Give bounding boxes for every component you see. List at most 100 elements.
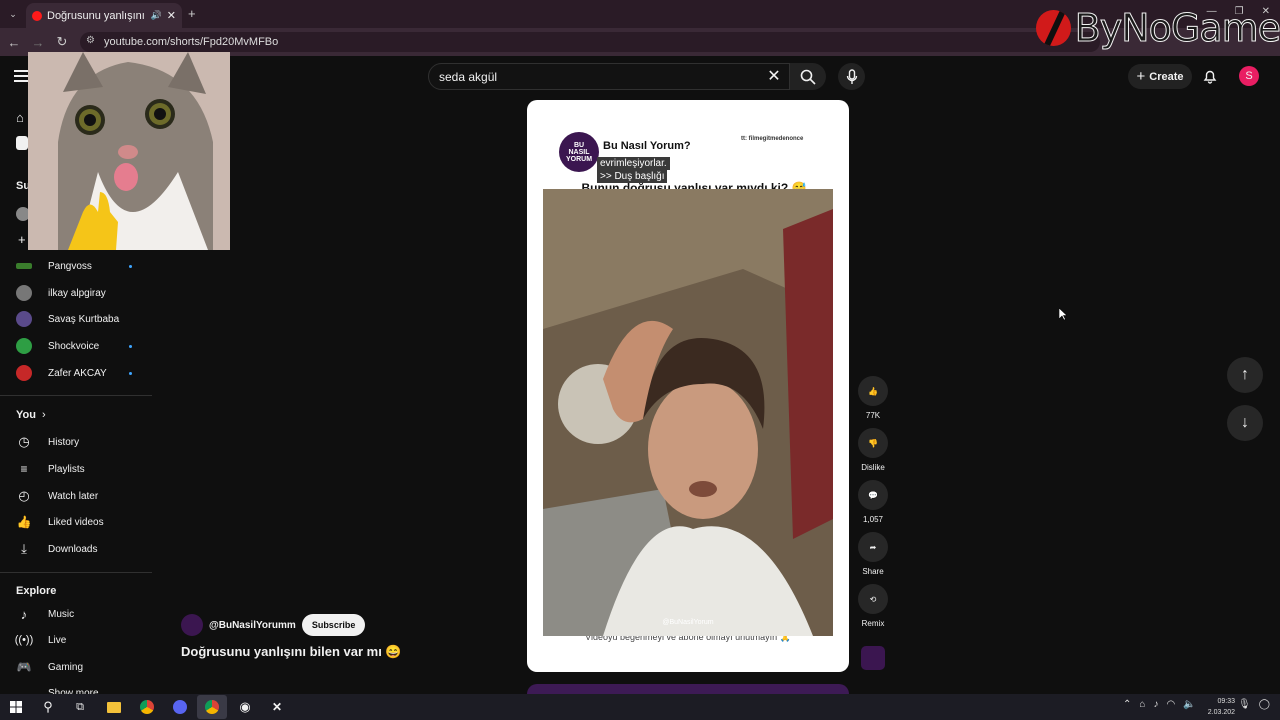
mouse-cursor-icon [1059,308,1067,321]
voice-search-button[interactable] [838,63,865,90]
bynogame-logo-icon [1036,10,1071,46]
task-view-icon[interactable]: ⧉ [71,698,89,716]
chevron-right-icon: › [41,409,46,421]
remix-button[interactable]: ⟲ Remix [857,584,889,628]
chrome-icon[interactable] [138,698,156,716]
sidebar-item-music[interactable]: ♪ Music [0,601,152,627]
sidebar-item-label: Live [48,634,67,646]
volume-icon[interactable]: 🔈 [1183,699,1195,710]
chrome-active-icon[interactable] [203,698,221,716]
sidebar-channel-zafer-akcay[interactable]: Zafer AKCAY [0,360,152,386]
url-text: youtube.com/shorts/Fpd20MvMFBo [104,36,279,48]
arrow-up-icon: ↑ [1241,366,1249,383]
site-info-icon[interactable]: ⚙ [86,35,95,46]
you-section-heading[interactable]: You › [16,409,46,421]
sidebar-item-history[interactable]: ◷ History [0,429,152,455]
windows-taskbar [0,694,1280,720]
cat-image [28,52,230,250]
windows-start-icon[interactable] [7,698,25,716]
mic-icon[interactable]: 🎙 [1238,699,1251,710]
notifications-button[interactable] [1200,66,1220,86]
sidebar-channel-pangvoss[interactable]: Pangvoss [0,253,152,279]
dislike-button[interactable]: 👎 Dislike [857,428,889,472]
forward-icon[interactable]: → [28,32,48,52]
sidebar-item-watch-later[interactable]: ◴ Watch later [0,483,152,509]
network-icon[interactable]: ⌂ [1139,699,1145,710]
sidebar-item-liked-videos[interactable]: 👍 Liked videos [0,509,152,535]
channel-avatar [16,285,32,301]
tab-search-button[interactable]: ⌄ [6,7,20,21]
like-button[interactable]: 👍 77K [857,376,889,420]
sidebar-item-downloads[interactable]: ⤓ Downloads [0,536,152,562]
home-icon[interactable]: ⌂ [16,110,24,125]
sidebar-item-label: Downloads [48,543,98,555]
shorts-icon[interactable] [16,136,28,150]
close-tab-icon[interactable]: ✕ [167,9,176,22]
download-icon: ⤓ [21,541,27,556]
channel-avatar[interactable] [181,614,203,636]
history-icon: ◷ [18,434,30,449]
sidebar-divider [0,572,152,573]
create-button[interactable]: + Create [1128,64,1192,89]
search-button[interactable] [790,63,826,90]
capcut-icon[interactable]: ✕ [268,698,286,716]
channel-handle[interactable]: @BuNasilYorumm [209,620,296,631]
previous-short-button[interactable]: ↑ [1227,357,1263,393]
channel-avatar [16,311,32,327]
back-icon[interactable]: ← [4,32,24,52]
search-input[interactable]: seda akgül [428,63,790,90]
comments-button[interactable]: 💬 1,057 [857,480,889,524]
sidebar-divider [0,395,152,396]
speaker-icon[interactable]: 🔊 [151,10,162,21]
plus-icon: + [1136,68,1146,85]
sidebar-channel-ilkay-alpgiray[interactable]: ilkay alpgiray [0,280,152,306]
search-taskbar-icon[interactable]: ⚲ [39,698,57,716]
notification-center-icon[interactable]: ◯ [1259,699,1270,710]
clock-date: 2.03.202 [1207,709,1235,716]
tray-right: 🎙 ◯ [1238,699,1270,710]
new-tab-button[interactable]: + [188,6,202,21]
sidebar-item-playlists[interactable]: ≡ Playlists [0,456,152,482]
sidebar-item-gaming[interactable]: 🎮 Gaming [0,654,152,680]
wifi-icon[interactable]: ◠ [1166,699,1175,710]
system-tray: ⌃ ⌂ ♪ ◠ 🔈 [1123,699,1196,710]
channel-name: Savaş Kurtbaba [48,313,120,325]
mic-tray-icon[interactable]: ♪ [1153,699,1158,710]
browser-tab[interactable]: Doğrusunu yanlışını bilen v 🔊 ✕ [26,3,182,28]
webcam-overlay-image [28,52,230,250]
subscribe-button[interactable]: Subscribe [301,614,366,636]
file-explorer-icon[interactable] [105,698,123,716]
video-still: @BuNasilYorum [543,189,833,636]
sidebar-item-live[interactable]: ((•)) Live [0,627,152,653]
obs-icon[interactable]: ◉ [236,698,254,716]
url-field[interactable]: ⚙ youtube.com/shorts/Fpd20MvMFBo [80,32,1100,52]
share-button[interactable]: ➦ Share [857,532,889,576]
channel-name: Zafer AKCAY [48,367,107,379]
new-content-dot [129,371,132,375]
sidebar-item-label: Music [48,608,75,620]
comment-icon: 💬 [858,480,888,510]
clock[interactable]: 09:33 2.03.202 [1205,696,1235,718]
show-more-link[interactable]: Show more [48,687,99,694]
channel-avatar [16,365,32,381]
next-short-button[interactable]: ↓ [1227,405,1263,441]
discord-icon[interactable] [171,698,189,716]
clear-search-icon[interactable]: ✕ [764,66,784,86]
like-count: 77K [865,411,881,420]
reload-icon[interactable]: ↻ [52,32,72,52]
gamepad-icon: 🎮 [16,660,32,674]
sidebar-item-label: Playlists [48,463,85,475]
sidebar-item-label: Gaming [48,661,84,673]
channel-thumbnail[interactable] [861,646,885,670]
search-icon [800,69,816,85]
account-avatar[interactable]: S [1239,66,1259,86]
caption-line-2: >> Duş başlığı [597,170,668,183]
add-icon[interactable]: + [18,232,26,247]
sidebar-channel-shockvoice[interactable]: Shockvoice [0,333,152,359]
music-note-icon: ♪ [20,606,28,622]
sidebar-channel-savas-kurtbaba[interactable]: Savaş Kurtbaba [0,306,152,332]
new-content-dot [129,264,132,268]
chevron-up-icon[interactable]: ⌃ [1123,699,1131,710]
video-frame[interactable]: @BuNasilYorum [543,189,833,636]
new-content-dot [129,344,132,348]
